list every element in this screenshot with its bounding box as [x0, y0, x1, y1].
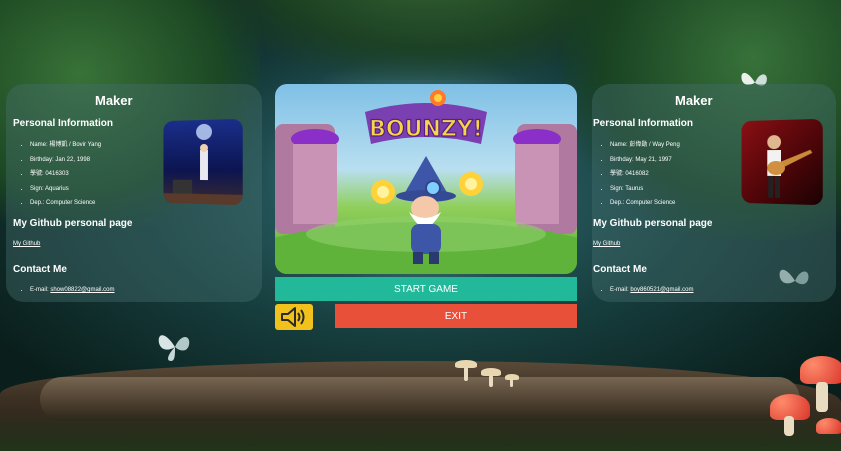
email-label: E-mail: — [30, 287, 49, 293]
list-item: Sign: Aquarius — [30, 182, 101, 197]
panel-title: Maker — [675, 93, 713, 108]
github-link[interactable]: My Github — [593, 241, 620, 247]
wizard-with-fire-orbs-artwork: BOUNZY! — [275, 90, 577, 274]
contact-heading: Contact Me — [13, 264, 67, 275]
grass-strip — [0, 411, 841, 451]
contact-list: E-mail: boy860521@gmail.com — [600, 283, 693, 298]
github-link[interactable]: My Github — [13, 241, 40, 247]
guitarist-photo — [741, 118, 823, 206]
personal-info-heading: Personal Information — [593, 118, 694, 129]
email-link[interactable]: boy860521@gmail.com — [630, 287, 693, 293]
list-item: Sign: Taurus — [610, 182, 680, 197]
list-item: E-mail: boy860521@gmail.com — [610, 283, 693, 298]
github-heading: My Github personal page — [13, 218, 133, 229]
list-item: 學號: 0416303 — [30, 167, 101, 182]
exit-button[interactable]: EXIT — [335, 304, 577, 328]
speaker-sound-on-icon — [281, 307, 305, 327]
contact-list: E-mail: show08822@gmail.com — [20, 283, 114, 298]
contact-heading: Contact Me — [593, 264, 647, 275]
list-item: Dep.: Computer Science — [610, 196, 680, 211]
stage-figure-icon — [163, 123, 243, 206]
panel-title: Maker — [95, 93, 133, 108]
maker-panel-left: Maker Personal Information Name: 楊博凱 / B… — [6, 84, 262, 302]
butterfly-icon — [158, 335, 190, 361]
list-item: Name: 楊博凱 / Bovir Yang — [30, 138, 101, 153]
list-item: Birthday: May 21, 1997 — [610, 153, 680, 168]
list-item: Birthday: Jan 22, 1998 — [30, 153, 101, 168]
email-label: E-mail: — [610, 287, 629, 293]
list-item: 學號: 0416082 — [610, 167, 680, 182]
game-cover-art: BOUNZY! — [275, 84, 577, 274]
start-game-button[interactable]: START GAME — [275, 277, 577, 301]
list-item: Name: 彭偉勛 / Way Peng — [610, 138, 680, 153]
game-logo: BOUNZY! — [369, 117, 483, 142]
email-link[interactable]: show08822@gmail.com — [50, 287, 114, 293]
personal-info-list: Name: 彭偉勛 / Way Peng Birthday: May 21, 1… — [600, 138, 680, 211]
guitarist-figure-icon — [767, 135, 813, 198]
list-item: E-mail: show08822@gmail.com — [30, 283, 114, 298]
github-heading: My Github personal page — [593, 218, 713, 229]
sound-toggle-button[interactable] — [275, 304, 313, 330]
performer-on-stage-photo — [163, 118, 243, 206]
list-item: Dep.: Computer Science — [30, 196, 101, 211]
personal-info-heading: Personal Information — [13, 118, 114, 129]
personal-info-list: Name: 楊博凱 / Bovir Yang Birthday: Jan 22,… — [20, 138, 101, 211]
maker-panel-right: Maker Personal Information Name: 彭偉勛 / W… — [592, 84, 836, 302]
